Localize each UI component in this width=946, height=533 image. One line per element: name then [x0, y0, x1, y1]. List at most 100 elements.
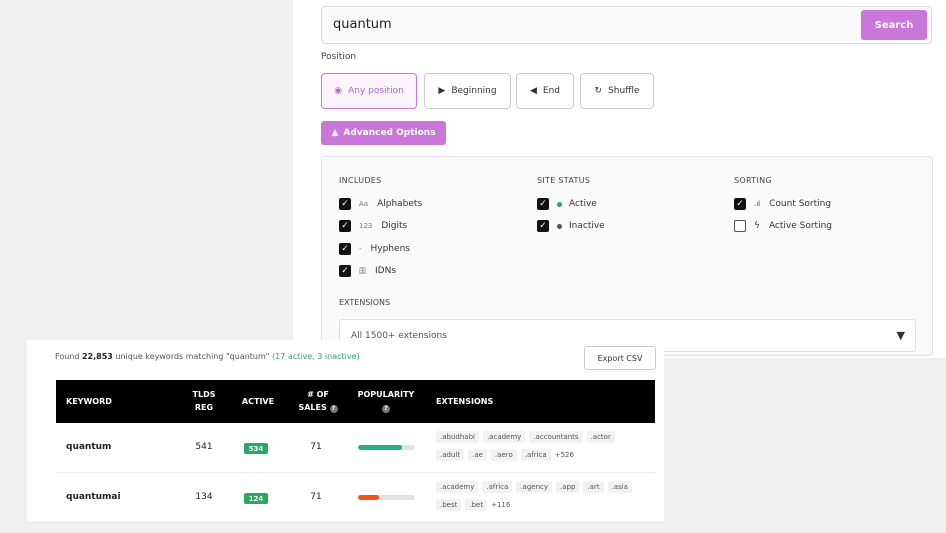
extension-tag[interactable]: .accountants — [529, 431, 583, 443]
active-dot-icon — [557, 201, 562, 207]
col-sales-line2: SALES — [298, 403, 327, 412]
extensions-heading: EXTENSIONS — [339, 298, 391, 307]
col-sales-line1: # OF — [307, 390, 329, 399]
extension-tag[interactable]: .art — [583, 481, 604, 493]
include-idns[interactable]: ✓ 国 IDNs — [339, 265, 396, 277]
position-shuffle-label: Shuffle — [608, 86, 640, 96]
extension-tag[interactable]: .academy — [436, 481, 479, 493]
extension-tag[interactable]: .aero — [490, 449, 517, 461]
keyword-cell[interactable]: quantumai — [66, 492, 121, 502]
extension-tag[interactable]: .agency — [516, 481, 553, 493]
status-inactive-label: Inactive — [569, 221, 605, 231]
extension-tag[interactable]: .adult — [436, 449, 465, 461]
lightning-icon: ϟ — [754, 221, 760, 231]
include-alphabets[interactable]: ✓ Aa Alphabets — [339, 198, 422, 210]
radio-icon: ◉ — [334, 86, 343, 96]
extension-tag[interactable]: .africa — [482, 481, 513, 493]
checkbox-checked-icon[interactable]: ✓ — [537, 220, 549, 232]
play-icon: ▶ — [438, 86, 446, 96]
found-text: unique keywords matching "quantum" — [115, 352, 270, 361]
sort-active[interactable]: ϟ Active Sorting — [734, 220, 832, 232]
includes-heading: INCLUDES — [339, 176, 382, 185]
position-any-button[interactable]: ◉ Any position — [321, 73, 417, 109]
col-extensions[interactable]: EXTENSIONS — [436, 395, 493, 408]
checkbox-checked-icon[interactable]: ✓ — [537, 198, 549, 210]
more-extensions-count[interactable]: +116 — [491, 499, 510, 511]
table-row[interactable]: quantumai 134 124 71 .academy .africa .age… — [56, 473, 655, 523]
include-digits-label: Digits — [381, 221, 408, 231]
col-keyword[interactable]: KEYWORD — [66, 395, 112, 408]
extension-tag[interactable]: .ae — [468, 449, 487, 461]
checkbox-checked-icon[interactable]: ✓ — [339, 198, 351, 210]
include-alphabets-label: Alphabets — [377, 199, 423, 209]
sort-count-label: Count Sorting — [769, 199, 832, 209]
popularity-bar — [358, 495, 415, 500]
include-hyphens[interactable]: ✓ - Hyphens — [339, 243, 410, 255]
checkbox-checked-icon[interactable]: ✓ — [734, 198, 746, 210]
position-beginning-label: Beginning — [451, 86, 497, 96]
alphabet-icon: Aa — [359, 200, 369, 208]
results-table-header: KEYWORD TLDS REG ACTIVE # OF SALES ? POP… — [56, 380, 655, 423]
advanced-options-panel: INCLUDES ✓ Aa Alphabets ✓ 123 Digits ✓ -… — [321, 156, 933, 356]
caret-down-icon: ▼ — [896, 329, 905, 342]
results-panel: Found 22,853 unique keywords matching "q… — [27, 340, 664, 521]
keyword-cell[interactable]: quantum — [66, 442, 111, 452]
checkbox-checked-icon[interactable]: ✓ — [339, 243, 351, 255]
search-panel: Search Position ◉ Any position ▶ Beginni… — [293, 0, 946, 358]
position-end-button[interactable]: ◀ End — [516, 73, 574, 109]
extensions-cell: .abudhabi .academy .accountants .actor .adul… — [436, 431, 646, 461]
extensions-cell: .academy .africa .agency .app .art .asia .best… — [436, 481, 646, 511]
advanced-options-button[interactable]: ▲ Advanced Options — [321, 121, 446, 145]
help-icon[interactable]: ? — [329, 405, 338, 413]
position-shuffle-button[interactable]: ↻ Shuffle — [580, 73, 654, 109]
tlds-cell: 541 — [195, 442, 213, 452]
extension-tag[interactable]: .asia — [607, 481, 632, 493]
sort-count[interactable]: ✓ .ıl Count Sorting — [734, 198, 831, 210]
search-bar: Search — [321, 6, 932, 44]
more-extensions-count[interactable]: +526 — [555, 449, 574, 461]
sales-cell: 71 — [310, 492, 322, 502]
col-tlds[interactable]: TLDS REG — [184, 388, 224, 414]
bar-chart-icon: .ıl — [754, 200, 761, 208]
status-active-label: Active — [569, 199, 597, 209]
col-tlds-line1: TLDS — [192, 390, 216, 399]
extension-tag[interactable]: .app — [556, 481, 580, 493]
checkbox-unchecked-icon[interactable] — [734, 220, 746, 232]
position-beginning-button[interactable]: ▶ Beginning — [424, 73, 511, 109]
col-popularity[interactable]: POPULARITY ? — [356, 388, 416, 414]
include-hyphens-label: Hyphens — [370, 244, 410, 254]
col-sales[interactable]: # OF SALES ? — [294, 388, 342, 414]
table-row[interactable]: quantum 541 534 71 .abudhabi .academy .acc… — [56, 423, 655, 473]
sort-active-label: Active Sorting — [768, 221, 833, 231]
digits-icon: 123 — [359, 222, 373, 230]
search-input[interactable] — [333, 17, 833, 32]
site-status-heading: SITE STATUS — [537, 176, 591, 185]
extension-tag[interactable]: .africa — [520, 449, 551, 461]
popularity-fill — [358, 445, 403, 450]
active-badge: 124 — [244, 493, 268, 504]
help-icon[interactable]: ? — [382, 405, 390, 413]
popularity-fill — [358, 495, 379, 500]
col-tlds-line2: REG — [194, 403, 214, 412]
checkbox-checked-icon[interactable]: ✓ — [339, 265, 351, 277]
inactive-dot-icon — [557, 223, 562, 229]
status-active[interactable]: ✓ Active — [537, 198, 597, 210]
search-button[interactable]: Search — [861, 10, 927, 40]
triangle-up-icon: ▲ — [331, 128, 339, 138]
extension-tag[interactable]: .best — [436, 499, 462, 511]
position-end-label: End — [542, 86, 561, 96]
export-csv-button[interactable]: Export CSV — [584, 346, 656, 370]
extension-tag[interactable]: .actor — [586, 431, 615, 443]
position-any-label: Any position — [348, 86, 404, 96]
position-label: Position — [321, 52, 357, 62]
extension-tag[interactable]: .bet — [465, 499, 488, 511]
status-inactive[interactable]: ✓ Inactive — [537, 220, 605, 232]
sales-cell: 71 — [310, 442, 322, 452]
sorting-heading: SORTING — [734, 176, 772, 185]
col-active[interactable]: ACTIVE — [238, 395, 278, 408]
checkbox-checked-icon[interactable]: ✓ — [339, 220, 351, 232]
extension-tag[interactable]: .academy — [482, 431, 526, 443]
extension-tag[interactable]: .abudhabi — [436, 431, 479, 443]
include-digits[interactable]: ✓ 123 Digits — [339, 220, 407, 232]
idn-icon: 国 — [359, 267, 366, 275]
